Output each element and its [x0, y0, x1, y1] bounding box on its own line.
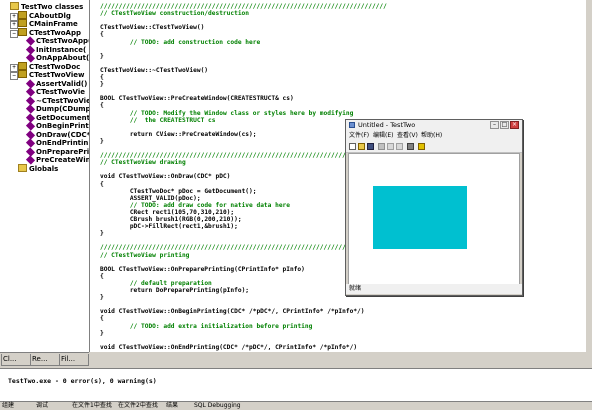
code-line: pDC->FillRect(rect1,&brush1);: [100, 223, 238, 231]
folder-icon: [10, 2, 19, 10]
expand-toggle-icon[interactable]: +: [10, 12, 18, 21]
close-button[interactable]: ×: [510, 121, 519, 129]
tree-item-label: Globals: [29, 164, 59, 173]
menu-view[interactable]: 查看(V): [397, 132, 418, 140]
code-line: // TODO: add draw code for native data h…: [100, 201, 290, 209]
copy-icon[interactable]: [387, 143, 394, 150]
class-icon: [18, 61, 27, 70]
maximize-icon: □: [501, 121, 508, 128]
class-view-panel: TestTwo classes CAboutDlg + CMainFrame + CTes…: [0, 0, 90, 352]
app-title: Untitled - TestTwo: [358, 121, 416, 129]
tab-fileview[interactable]: Fil...: [59, 354, 89, 366]
tab-fileview-label: Fil...: [61, 355, 76, 363]
app-menu-bar: 文件(F) 编辑(E) 查看(V) 帮助(H): [346, 131, 522, 141]
expand-toggle-icon[interactable]: +: [10, 21, 18, 29]
code-line: CRect rect1(105,70,310,210);: [100, 208, 235, 216]
class-icon: [18, 27, 27, 36]
code-line: CBrush brush1(RGB(0,200,210));: [100, 216, 242, 223]
expand-toggle-icon[interactable]: −: [10, 29, 18, 38]
tab-resourceview[interactable]: Re...: [30, 354, 60, 366]
tab-resourceview-label: Re...: [32, 355, 48, 363]
code-line: // TODO: add extra initialization before…: [100, 322, 313, 330]
tab-classview[interactable]: Cl...: [1, 354, 31, 366]
code-line: // TODO: add construction code here: [100, 38, 261, 46]
expand-toggle-icon[interactable]: +: [10, 63, 18, 72]
paste-icon[interactable]: [396, 143, 403, 150]
help-icon[interactable]: [418, 143, 425, 150]
app-status-bar: 就绪: [346, 284, 522, 294]
minimize-icon: –: [493, 121, 496, 128]
code-line: {: [100, 102, 104, 110]
class-icon: [18, 19, 27, 27]
code-line: // CTestTwoView printing: [100, 251, 190, 259]
code-line: ASSERT_VALID(pDoc);: [100, 194, 201, 202]
new-icon[interactable]: [349, 143, 356, 150]
code-line: }: [100, 81, 104, 89]
code-line: {: [100, 74, 104, 81]
app-window[interactable]: Untitled - TestTwo – □ × 文件(F) 编辑(E) 查看(…: [345, 119, 523, 296]
code-line: // CTestTwoView construction/destruction: [100, 10, 250, 18]
output-panel: TestTwo.exe - 0 error(s), 0 warning(s): [0, 368, 592, 402]
code-line: CTestTwoView::CTestTwoView(): [100, 24, 205, 32]
code-line: CTestTwoView::~CTestTwoView(): [100, 66, 209, 74]
code-line: BOOL CTestTwoView::PreCreateWindow(CREAT…: [100, 95, 294, 103]
editor-scrollbar[interactable]: [586, 0, 592, 352]
app-title-bar[interactable]: Untitled - TestTwo – □ ×: [346, 120, 522, 131]
code-line: // default preparation: [100, 279, 212, 287]
tab-classview-label: Cl...: [3, 355, 17, 363]
class-icon: [18, 70, 27, 78]
menu-file[interactable]: 文件(F): [349, 132, 369, 140]
minimize-button[interactable]: –: [490, 121, 499, 129]
maximize-button[interactable]: □: [500, 121, 509, 129]
menu-help[interactable]: 帮助(H): [421, 132, 442, 140]
save-icon[interactable]: [367, 143, 374, 150]
app-toolbar: [346, 141, 522, 153]
build-result-text: TestTwo.exe - 0 error(s), 0 warning(s): [8, 377, 157, 385]
code-line: }: [100, 137, 104, 145]
app-icon: [349, 122, 355, 128]
code-line: }: [100, 230, 104, 238]
code-line: // the CREATESTRUCT cs: [100, 116, 216, 124]
expand-toggle-icon[interactable]: −: [10, 72, 18, 80]
cut-icon[interactable]: [378, 143, 385, 150]
class-view-tabs: Cl... Re... Fil...: [0, 352, 89, 367]
code-line: {: [100, 315, 104, 323]
code-line: ////////////////////////////////////////…: [100, 244, 387, 252]
menu-edit[interactable]: 编辑(E): [373, 132, 393, 140]
code-line: {: [100, 180, 104, 188]
code-line: CTestTwoDoc* pDoc = GetDocument();: [100, 187, 257, 195]
code-line: ////////////////////////////////////////…: [100, 3, 387, 10]
code-line: }: [100, 329, 104, 337]
close-icon: ×: [511, 121, 518, 128]
code-line: }: [100, 294, 104, 302]
print-icon[interactable]: [407, 143, 414, 150]
class-icon: [18, 10, 27, 19]
app-client-area[interactable]: [348, 153, 520, 285]
folder-icon: [18, 163, 27, 172]
code-line: void CTestTwoView::OnBeginPrinting(CDC* …: [100, 308, 365, 316]
filled-rectangle: [373, 186, 467, 249]
code-line: void CTestTwoView::OnEndPrinting(CDC* /*…: [100, 343, 358, 351]
code-line: }: [100, 52, 104, 60]
status-text: 就绪: [349, 285, 362, 292]
code-line: // TODO: Modify the Window class or styl…: [100, 109, 354, 117]
code-line: return DoPreparePrinting(pInfo);: [100, 287, 250, 294]
code-line: {: [100, 272, 104, 280]
code-line: return CView::PreCreateWindow(cs);: [100, 130, 257, 138]
code-line: BOOL CTestTwoView::OnPreparePrinting(CPr…: [100, 265, 305, 273]
tree-item[interactable]: Globals: [18, 163, 59, 175]
code-line: void CTestTwoView::OnDraw(CDC* pDC): [100, 173, 231, 181]
code-line: // CTestTwoView drawing: [100, 159, 186, 167]
code-line: {: [100, 31, 104, 39]
open-icon[interactable]: [358, 143, 365, 150]
